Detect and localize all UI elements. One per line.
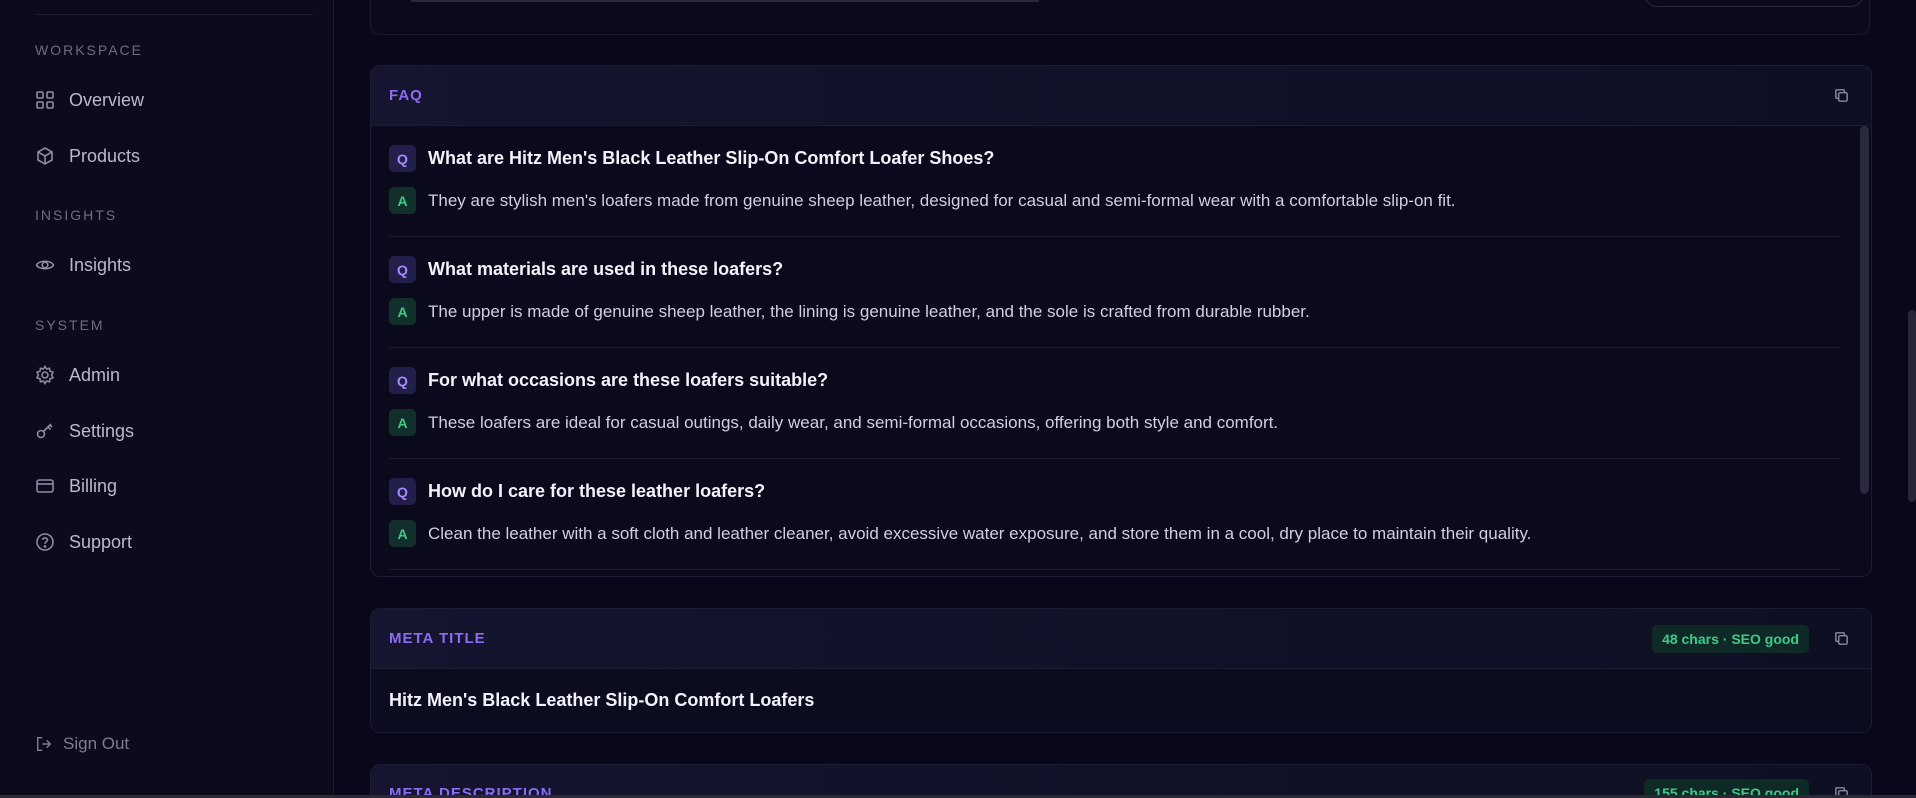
faq-list: Q What are Hitz Men's Black Leather Slip-…: [371, 126, 1871, 576]
sidebar-item-label: Products: [69, 145, 141, 166]
section-label-workspace: WORKSPACE: [35, 42, 143, 58]
sidebar-item-insights[interactable]: Insights: [35, 250, 131, 280]
grid-icon: [36, 91, 54, 109]
section-label-system: SYSTEM: [35, 317, 105, 333]
sidebar-item-support[interactable]: Support: [35, 527, 132, 557]
question-tag: Q: [389, 256, 416, 283]
sidebar-item-billing[interactable]: Billing: [35, 471, 117, 501]
sidebar-item-products[interactable]: Products: [35, 141, 140, 171]
sidebar-divider: [35, 14, 313, 15]
sidebar-item-settings[interactable]: Settings: [35, 416, 134, 446]
question-tag: Q: [389, 145, 416, 172]
answer-tag: A: [389, 520, 416, 547]
help-circle-icon: [36, 533, 54, 551]
pill-button-edge[interactable]: [1644, 0, 1864, 7]
meta-title-card: META TITLE 48 chars · SEO good Hitz Men'…: [370, 608, 1872, 733]
faq-copy-button[interactable]: [1829, 84, 1853, 108]
meta-title-copy-button[interactable]: [1829, 627, 1853, 651]
faq-item: Q For what occasions are these loafers su…: [389, 348, 1841, 459]
faq-scrollbar-thumb[interactable]: [1859, 126, 1869, 494]
copy-icon: [1834, 89, 1848, 102]
sidebar-item-label: Overview: [69, 89, 145, 110]
sidebar-item-admin[interactable]: Admin: [35, 360, 120, 390]
question-tag: Q: [389, 367, 416, 394]
sign-out-label: Sign Out: [63, 734, 130, 753]
sidebar-item-label: Support: [69, 531, 133, 552]
faq-answer: These loafers are ideal for casual outin…: [428, 412, 1279, 432]
key-icon: [36, 423, 53, 439]
section-label-insights: INSIGHTS: [35, 207, 118, 223]
copy-icon: [1834, 632, 1848, 645]
faq-answer: The upper is made of genuine sheep leath…: [428, 301, 1310, 321]
sidebar-item-label: Settings: [69, 420, 135, 441]
sidebar-item-label: Billing: [69, 475, 118, 496]
credit-card-icon: [36, 479, 54, 493]
faq-answer: They are stylish men's loafers made from…: [428, 190, 1456, 210]
answer-tag: A: [389, 409, 416, 436]
faq-question: What materials are used in these loafers…: [428, 259, 784, 279]
sidebar-item-overview[interactable]: Overview: [35, 85, 144, 115]
page-scrollbar-thumb[interactable]: [1908, 310, 1916, 502]
faq-card: FAQ Q What are Hitz Men's Black Leather S…: [370, 65, 1872, 577]
input-edge: [411, 0, 1039, 2]
answer-tag: A: [389, 298, 416, 325]
sidebar: WORKSPACE Overview Products INSIGHTS Ins…: [0, 0, 334, 798]
meta-title-header: META TITLE 48 chars · SEO good: [371, 609, 1871, 669]
gear-icon: [35, 365, 55, 385]
sidebar-item-label: Insights: [69, 254, 132, 275]
question-tag: Q: [389, 478, 416, 505]
faq-question: For what occasions are these loafers sui…: [428, 370, 829, 390]
faq-item: Q What materials are used in these loafer…: [389, 237, 1841, 348]
faq-item: Q What are Hitz Men's Black Leather Slip-…: [389, 126, 1841, 237]
meta-description-header: META DESCRIPTION 155 chars · SEO good: [371, 765, 1871, 798]
faq-item: Q How do I care for these leather loafers…: [389, 459, 1841, 570]
faq-question: What are Hitz Men's Black Leather Slip-O…: [428, 148, 995, 168]
main-content: FAQ Q What are Hitz Men's Black Leather S…: [335, 0, 1916, 798]
answer-tag: A: [389, 187, 416, 214]
faq-question: How do I care for these leather loafers?: [428, 481, 766, 501]
previous-card-edge: [370, 0, 1870, 35]
meta-title-label: META TITLE: [389, 630, 486, 647]
faq-scrollbar[interactable]: [1858, 126, 1870, 494]
log-out-icon: [36, 736, 52, 752]
sidebar-item-label: Admin: [69, 364, 121, 385]
faq-answer: Clean the leather with a soft cloth and …: [428, 523, 1532, 543]
meta-description-card: META DESCRIPTION 155 chars · SEO good: [370, 764, 1872, 798]
meta-title-value: Hitz Men's Black Leather Slip-On Comfort…: [371, 669, 1871, 732]
sign-out-button[interactable]: Sign Out: [35, 730, 129, 758]
seo-badge: 48 chars · SEO good: [1652, 624, 1809, 653]
eye-icon: [35, 260, 55, 270]
faq-card-header: FAQ: [371, 66, 1871, 126]
box-icon: [37, 147, 53, 165]
faq-title: FAQ: [389, 87, 423, 104]
